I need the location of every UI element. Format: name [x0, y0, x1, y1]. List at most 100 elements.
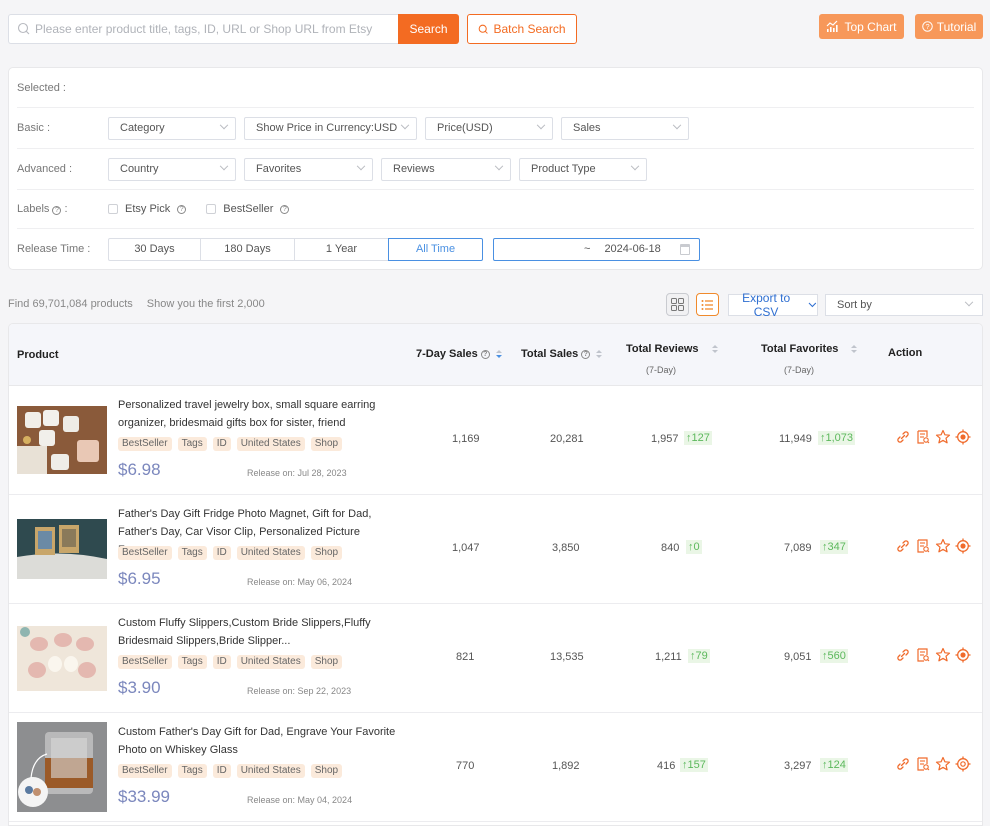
sales-select[interactable]: Sales	[561, 116, 689, 140]
checkbox[interactable]	[108, 204, 118, 214]
header-product: Product	[17, 349, 59, 361]
grid-view-toggle[interactable]	[666, 293, 689, 316]
category-select[interactable]: Category	[108, 116, 236, 140]
tag-country[interactable]: United States	[236, 655, 305, 669]
search-icon	[479, 24, 489, 34]
header-7day-sales[interactable]: 7-Day Sales ?	[416, 348, 502, 360]
favorites-select[interactable]: Favorites	[244, 157, 373, 181]
header-total-favorites[interactable]: Total Favorites	[761, 343, 858, 355]
link-icon[interactable]	[895, 538, 911, 554]
release-30-days[interactable]: 30 Days	[108, 237, 201, 261]
labels-label: Labels ? :	[17, 203, 68, 215]
price-select[interactable]: Price(USD)	[425, 116, 553, 140]
target-icon[interactable]	[955, 647, 971, 663]
chevron-down-icon	[356, 161, 366, 171]
link-icon[interactable]	[895, 756, 911, 772]
etsy-pick-checkbox[interactable]: Etsy Pick?	[108, 203, 187, 215]
sort-icon[interactable]	[851, 345, 858, 353]
tag-id[interactable]: ID	[212, 546, 231, 560]
search-button[interactable]: Search	[398, 14, 459, 44]
batch-search-button[interactable]: Batch Search	[467, 14, 577, 44]
tag-bestseller[interactable]: BestSeller	[118, 546, 172, 560]
tag-id[interactable]: ID	[212, 764, 231, 778]
release-date: Release on: Sep 22, 2023	[247, 686, 352, 696]
product-thumbnail[interactable]	[17, 406, 107, 474]
date-range-picker[interactable]: ~ 2024-06-18	[493, 237, 700, 261]
seven-day-sales: 1,047	[452, 542, 480, 554]
header-total-reviews[interactable]: Total Reviews	[626, 343, 718, 355]
search-input[interactable]	[35, 22, 398, 36]
tag-tags[interactable]: Tags	[177, 546, 207, 560]
product-title[interactable]: Custom Father's Day Gift for Dad, Engrav…	[118, 723, 403, 759]
report-icon[interactable]	[915, 647, 931, 663]
date-end[interactable]: 2024-06-18	[604, 243, 660, 255]
list-view-toggle[interactable]	[696, 293, 719, 316]
tag-shop[interactable]: Shop	[310, 764, 343, 778]
help-icon[interactable]: ?	[52, 206, 62, 215]
tag-country[interactable]: United States	[236, 437, 305, 451]
sort-by-select[interactable]: Sort by	[825, 294, 983, 316]
tag-tags[interactable]: Tags	[177, 437, 207, 451]
help-icon[interactable]: ?	[280, 204, 290, 214]
tag-shop[interactable]: Shop	[310, 546, 343, 560]
report-icon[interactable]	[915, 538, 931, 554]
product-title[interactable]: Personalized travel jewelry box, small s…	[118, 396, 403, 432]
product-thumbnail[interactable]	[17, 626, 107, 691]
star-icon[interactable]	[935, 756, 951, 772]
target-outline-icon[interactable]	[955, 756, 971, 772]
product-title[interactable]: Custom Fluffy Slippers,Custom Bride Slip…	[118, 614, 403, 650]
tag-bestseller[interactable]: BestSeller	[118, 437, 172, 451]
tag-bestseller[interactable]: BestSeller	[118, 655, 172, 669]
sort-icon[interactable]	[596, 350, 603, 358]
sort-icon[interactable]	[495, 350, 502, 358]
filter-row-release-time: Release Time : 30 Days 180 Days 1 Year A…	[17, 229, 974, 269]
release-1-year[interactable]: 1 Year	[294, 237, 389, 261]
reviews-delta: ↑157	[680, 758, 708, 772]
release-all-time[interactable]: All Time	[388, 237, 483, 261]
tag-bestseller[interactable]: BestSeller	[118, 764, 172, 778]
release-180-days[interactable]: 180 Days	[200, 237, 295, 261]
product-thumbnail[interactable]	[17, 519, 107, 579]
target-icon[interactable]	[955, 538, 971, 554]
tag-country[interactable]: United States	[236, 546, 305, 560]
currency-select[interactable]: Show Price in Currency:USD	[244, 116, 417, 140]
help-icon[interactable]: ?	[480, 349, 490, 359]
tutorial-button[interactable]: ? Tutorial	[915, 14, 983, 39]
tag-shop[interactable]: Shop	[310, 437, 343, 451]
country-select[interactable]: Country	[108, 157, 236, 181]
report-icon[interactable]	[915, 429, 931, 445]
sales-select-value: Sales	[573, 122, 601, 134]
link-icon[interactable]	[895, 647, 911, 663]
tag-id[interactable]: ID	[212, 437, 231, 451]
star-icon[interactable]	[935, 647, 951, 663]
tag-tags[interactable]: Tags	[177, 655, 207, 669]
checkbox[interactable]	[206, 204, 217, 214]
seven-day-sales: 821	[456, 651, 475, 663]
target-icon[interactable]	[955, 429, 971, 445]
export-csv-button[interactable]: Export to CSV	[728, 291, 818, 319]
product-price: $6.98	[118, 460, 161, 479]
top-chart-button[interactable]: Top Chart	[819, 14, 904, 39]
report-icon[interactable]	[915, 756, 931, 772]
row-actions	[895, 538, 971, 554]
search-input-wrap[interactable]	[8, 14, 398, 44]
sort-icon[interactable]	[711, 345, 718, 353]
star-icon[interactable]	[935, 429, 951, 445]
release-date: Release on: May 04, 2024	[247, 795, 353, 805]
star-icon[interactable]	[935, 538, 951, 554]
help-icon[interactable]: ?	[581, 349, 591, 359]
link-icon[interactable]	[895, 429, 911, 445]
bestseller-checkbox[interactable]: BestSeller?	[206, 203, 290, 215]
tag-shop[interactable]: Shop	[310, 655, 343, 669]
tag-id[interactable]: ID	[212, 655, 231, 669]
tag-country[interactable]: United States	[236, 764, 305, 778]
product-type-select[interactable]: Product Type	[519, 157, 647, 181]
help-icon[interactable]: ?	[177, 204, 187, 214]
results-summary: Find 69,701,084 products Show you the fi…	[8, 298, 265, 310]
header-total-sales[interactable]: Total Sales ?	[521, 348, 603, 360]
calendar-icon[interactable]	[680, 243, 690, 255]
product-thumbnail[interactable]	[17, 722, 107, 812]
reviews-select[interactable]: Reviews	[381, 157, 511, 181]
product-tags: BestSeller Tags ID United States Shop	[118, 655, 343, 669]
tag-tags[interactable]: Tags	[177, 764, 207, 778]
